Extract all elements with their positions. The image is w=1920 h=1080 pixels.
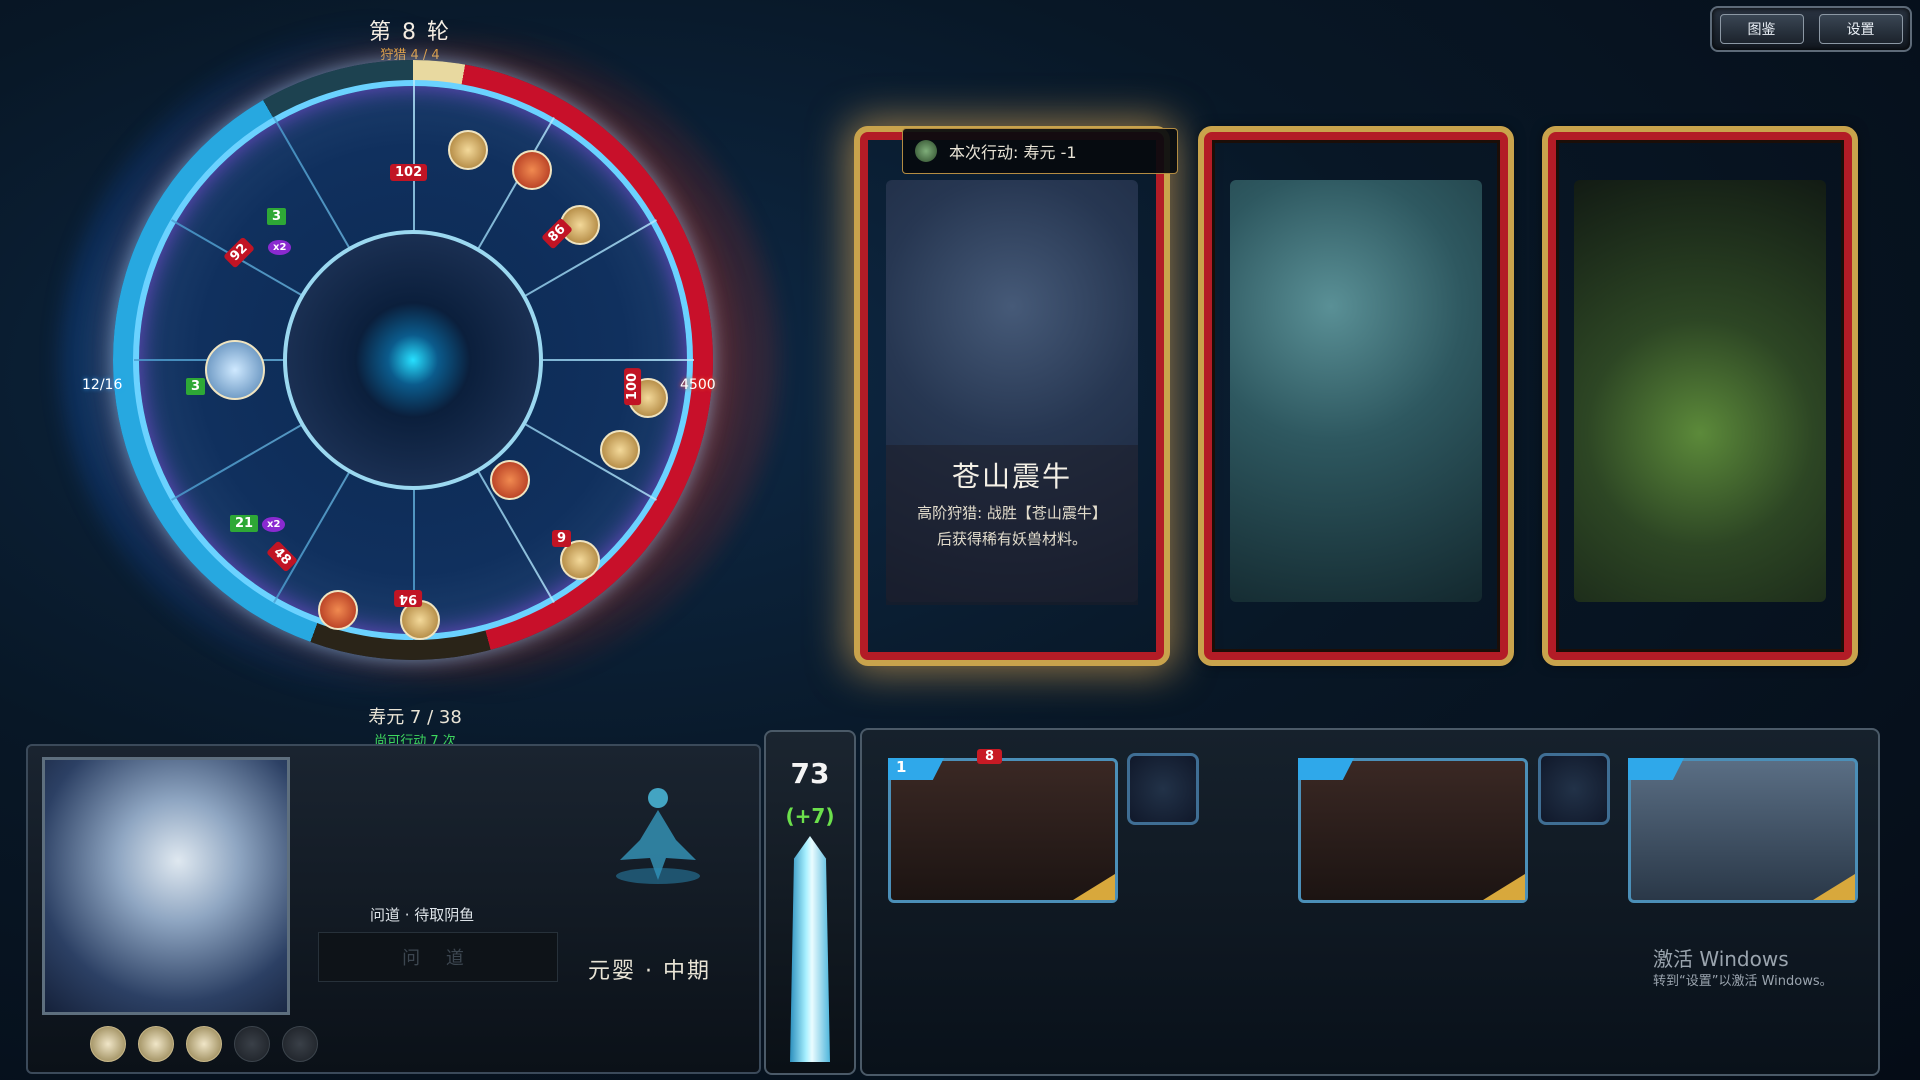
- segment-label: 94: [394, 590, 423, 607]
- left-counter: 12/16: [82, 377, 123, 393]
- item-level: [1628, 758, 1684, 780]
- segment-label: 102: [390, 164, 428, 181]
- character-portrait[interactable]: [42, 757, 290, 1015]
- yinyang-orb-icon[interactable]: [282, 1026, 318, 1062]
- inventory-item-tripod[interactable]: 1 8: [888, 749, 1118, 903]
- inventory-item-ring-icon[interactable]: [1538, 753, 1610, 825]
- yinyang-orb-icon[interactable]: [138, 1026, 174, 1062]
- item-corner: [1813, 874, 1855, 900]
- catalog-button[interactable]: 图鉴: [1719, 14, 1804, 44]
- meditation-icon: [616, 788, 700, 884]
- card-art-serpent: [1574, 180, 1826, 602]
- wheel-core[interactable]: [283, 230, 543, 490]
- top-menu: 图鉴 设置: [1710, 6, 1912, 52]
- cultivation-realm: 元婴 · 中期: [588, 959, 711, 984]
- item-corner: [1073, 874, 1115, 900]
- inventory-item-chest[interactable]: [1298, 758, 1528, 903]
- event-shell-icon[interactable]: [448, 130, 488, 170]
- action-tooltip: 本次行动: 寿元 -1: [902, 128, 1178, 174]
- task-input[interactable]: 问 道: [318, 932, 558, 982]
- item-badge: 8: [977, 749, 1003, 764]
- segment-label: 3: [186, 378, 206, 395]
- round-title: 第 8 轮: [369, 20, 451, 45]
- windows-watermark-title: 激活 Windows: [1653, 947, 1789, 971]
- settings-button[interactable]: 设置: [1818, 14, 1903, 44]
- item-level: [1298, 758, 1354, 780]
- lifespan-counter: 寿元 7 / 38: [368, 707, 462, 728]
- lifespan-icon: [915, 140, 937, 162]
- inventory-item-crest[interactable]: [1628, 758, 1858, 903]
- crystal-icon: [790, 836, 830, 1062]
- inventory-item-compass-icon[interactable]: [1127, 753, 1199, 825]
- event-orb-icon[interactable]: [318, 590, 358, 630]
- energy-increment: (+7): [785, 804, 835, 828]
- yinyang-orb-icon[interactable]: [234, 1026, 270, 1062]
- event-card[interactable]: [1198, 126, 1514, 666]
- event-card[interactable]: [1542, 126, 1858, 666]
- item-level: 1: [888, 758, 944, 780]
- segment-label: 21: [230, 515, 259, 532]
- yinyang-orb-icon[interactable]: [186, 1026, 222, 1062]
- yinyang-orb-icon[interactable]: [90, 1026, 126, 1062]
- card-title: 苍山震牛: [951, 460, 1072, 493]
- energy-value: 73: [790, 757, 830, 790]
- segment-label: 9: [552, 530, 572, 547]
- card-description: 高阶狩猎: 战胜【苍山震牛】后获得稀有妖兽材料。: [917, 504, 1107, 548]
- task-title: 问道 · 待取阴鱼: [370, 906, 475, 924]
- windows-watermark-subtitle: 转到“设置”以激活 Windows。: [1653, 974, 1833, 989]
- segment-label: 3: [267, 208, 287, 225]
- event-bag-icon[interactable]: [490, 460, 530, 500]
- segment-label: 100: [624, 367, 642, 406]
- event-yinyang-icon[interactable]: [600, 430, 640, 470]
- item-corner: [1483, 874, 1525, 900]
- orb-row: [90, 1026, 318, 1062]
- right-value: 4500: [680, 377, 716, 393]
- tooltip-text: 本次行动: 寿元 -1: [949, 143, 1077, 162]
- event-ring-icon[interactable]: [512, 150, 552, 190]
- event-card[interactable]: 苍山震牛 高阶狩猎: 战胜【苍山震牛】后获得稀有妖兽材料。: [854, 126, 1170, 666]
- card-art-beast: [1230, 180, 1482, 602]
- event-compass-icon[interactable]: [205, 340, 265, 400]
